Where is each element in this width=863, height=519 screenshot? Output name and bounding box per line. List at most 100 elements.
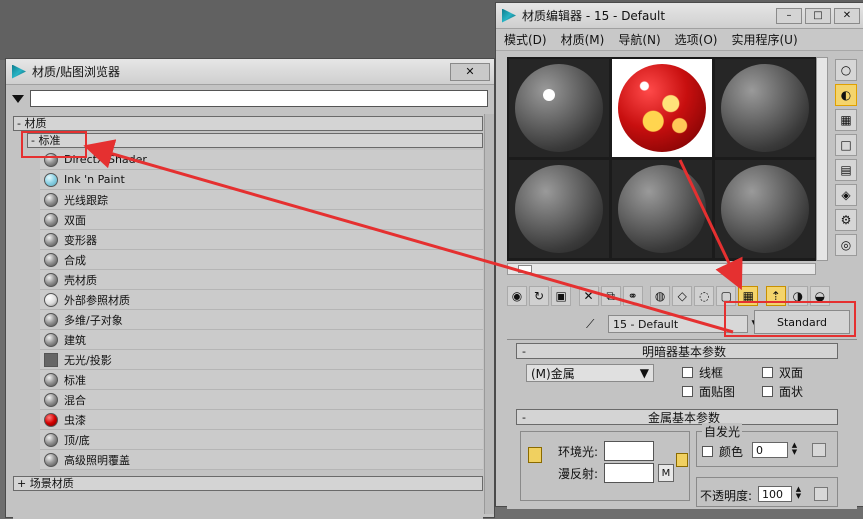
material-sphere — [515, 64, 603, 152]
show-map-icon[interactable]: ◌ — [694, 286, 715, 306]
material-type-icon — [44, 352, 58, 367]
list-item[interactable]: 标准 — [40, 370, 483, 390]
backlight-icon[interactable]: ◐ — [835, 84, 857, 106]
list-item-label: 变形器 — [64, 233, 97, 247]
self-illum-color-checkbox[interactable]: 颜色 — [702, 443, 743, 460]
two-sided-checkbox[interactable]: 双面 — [762, 364, 803, 381]
list-item[interactable]: 变形器 — [40, 230, 483, 250]
menu-item[interactable]: 模式(D) — [504, 31, 547, 48]
list-item[interactable]: Ink 'n Paint — [40, 170, 483, 190]
list-item[interactable]: 双面 — [40, 210, 483, 230]
reset-icon[interactable]: ✕ — [578, 286, 599, 306]
editor-menubar: 模式(D) 材质(M) 导航(N) 选项(O) 实用程序(U) — [496, 29, 863, 51]
spinner-arrows-icon[interactable]: ▲ ▼ — [790, 442, 799, 458]
diffuse-color-swatch[interactable] — [604, 463, 654, 483]
opacity-map-button[interactable] — [814, 487, 828, 501]
sample-slot-4[interactable] — [509, 160, 609, 258]
material-sphere — [721, 165, 809, 253]
spinner-arrows-icon[interactable]: ▲ ▼ — [794, 486, 803, 502]
group-materials[interactable]: - 材质 — [13, 116, 483, 131]
group-scene-materials[interactable]: + 场景材质 — [13, 476, 483, 491]
editor-titlebar[interactable]: 材质编辑器 - 15 - Default – □ ✕ — [496, 3, 863, 29]
sample-slot-5[interactable] — [612, 160, 712, 258]
list-item[interactable]: 混合 — [40, 390, 483, 410]
material-type-icon — [44, 252, 58, 267]
make-preview-icon[interactable]: ◈ — [835, 184, 857, 206]
browser-scrollbar[interactable] — [484, 114, 494, 514]
close-icon[interactable]: ✕ — [834, 7, 860, 24]
list-item[interactable]: 外部参照材质 — [40, 290, 483, 310]
wire-checkbox[interactable]: 线框 — [682, 364, 723, 381]
shader-basic-params-rollout[interactable]: - 明暗器基本参数 — [516, 343, 838, 359]
maximize-icon[interactable]: □ — [805, 7, 831, 24]
list-item[interactable]: 建筑 — [40, 330, 483, 350]
sample-type-icon[interactable]: ○ — [835, 59, 857, 81]
list-item[interactable]: 高级照明覆盖 — [40, 450, 483, 470]
material-sphere — [618, 165, 706, 253]
shader-type-dropdown[interactable]: (M)金属 ▼ — [526, 364, 654, 382]
menu-item[interactable]: 材质(M) — [561, 31, 605, 48]
video-color-check-icon[interactable]: ▤ — [835, 159, 857, 181]
sample-slot-3[interactable] — [715, 59, 815, 157]
list-item[interactable]: DirectX Shader — [40, 150, 483, 170]
list-item[interactable]: 多维/子对象 — [40, 310, 483, 330]
put-to-scene-icon[interactable]: ↻ — [529, 286, 550, 306]
list-item-label: 合成 — [64, 253, 86, 267]
menu-item[interactable]: 导航(N) — [618, 31, 660, 48]
make-unique-icon[interactable]: ⚭ — [622, 286, 643, 306]
self-illum-value[interactable]: 0 — [752, 442, 788, 458]
diffuse-map-button[interactable]: M — [658, 464, 674, 482]
opacity-value[interactable]: 100 — [758, 486, 792, 502]
material-type-icon — [44, 292, 58, 307]
slots-horizontal-scrollbar[interactable] — [507, 263, 816, 275]
list-item[interactable]: 光线跟踪 — [40, 190, 483, 210]
list-item[interactable]: 合成 — [40, 250, 483, 270]
metal-basic-params-rollout[interactable]: - 金属基本参数 — [516, 409, 838, 425]
self-illum-map-button[interactable] — [812, 443, 826, 457]
material-type-icon — [44, 332, 58, 347]
close-icon[interactable]: ✕ — [450, 62, 490, 81]
self-illumination-label: 自发光 — [702, 423, 743, 440]
browser-titlebar[interactable]: 材质/贴图浏览器 ✕ — [6, 59, 494, 85]
shader-rollout-title: 明暗器基本参数 — [641, 344, 726, 359]
shader-type-value: (M)金属 — [531, 366, 575, 381]
metal-rollout-title: 金属基本参数 — [647, 410, 720, 425]
search-input[interactable] — [30, 90, 488, 107]
list-item[interactable]: 虫漆 — [40, 410, 483, 430]
browser-list: - 材质 - 标准 DirectX Shader Ink 'n Paint 光线跟踪… — [13, 114, 483, 519]
annotation-box-standard-button — [724, 301, 856, 337]
ambient-color-swatch[interactable] — [604, 441, 654, 461]
select-by-material-icon[interactable]: ◎ — [835, 234, 857, 256]
editor-side-toolbar: ○ ◐ ▦ □ ▤ ◈ ⚙ ◎ — [833, 57, 861, 277]
get-material-icon[interactable]: ◉ — [507, 286, 528, 306]
menu-item[interactable]: 实用程序(U) — [731, 31, 797, 48]
put-to-library-icon[interactable]: ◍ — [650, 286, 671, 306]
list-item[interactable]: 顶/底 — [40, 430, 483, 450]
list-item[interactable]: 壳材质 — [40, 270, 483, 290]
lock-icon[interactable] — [676, 453, 688, 467]
uv-tiling-icon[interactable]: □ — [835, 134, 857, 156]
face-map-checkbox[interactable]: 面贴图 — [682, 383, 735, 400]
chevron-down-icon: ▼ — [639, 366, 649, 380]
list-item[interactable]: 无光/投影 — [40, 350, 483, 370]
eyedropper-icon[interactable]: ⟋ — [586, 317, 600, 331]
material-id-icon[interactable]: ◇ — [672, 286, 693, 306]
background-checker-icon[interactable]: ▦ — [835, 109, 857, 131]
minimize-icon[interactable]: – — [776, 7, 802, 24]
list-item-label: 顶/底 — [64, 433, 90, 447]
menu-item[interactable]: 选项(O) — [675, 31, 718, 48]
faceted-checkbox[interactable]: 面状 — [762, 383, 803, 400]
sample-slot-2-active[interactable] — [612, 59, 712, 157]
copy-material-icon[interactable]: ⧉ — [600, 286, 621, 306]
material-sphere — [515, 165, 603, 253]
assign-to-selection-icon[interactable]: ▣ — [551, 286, 572, 306]
scroll-thumb[interactable] — [518, 265, 532, 273]
lock-icon[interactable] — [528, 447, 542, 463]
material-type-icon — [44, 192, 58, 207]
sample-slot-6[interactable] — [715, 160, 815, 258]
slots-vertical-scrollbar[interactable] — [816, 57, 828, 261]
group-standard[interactable]: - 标准 — [27, 133, 483, 148]
sample-slot-1[interactable] — [509, 59, 609, 157]
options-dropdown-icon[interactable] — [12, 94, 24, 103]
options-icon[interactable]: ⚙ — [835, 209, 857, 231]
